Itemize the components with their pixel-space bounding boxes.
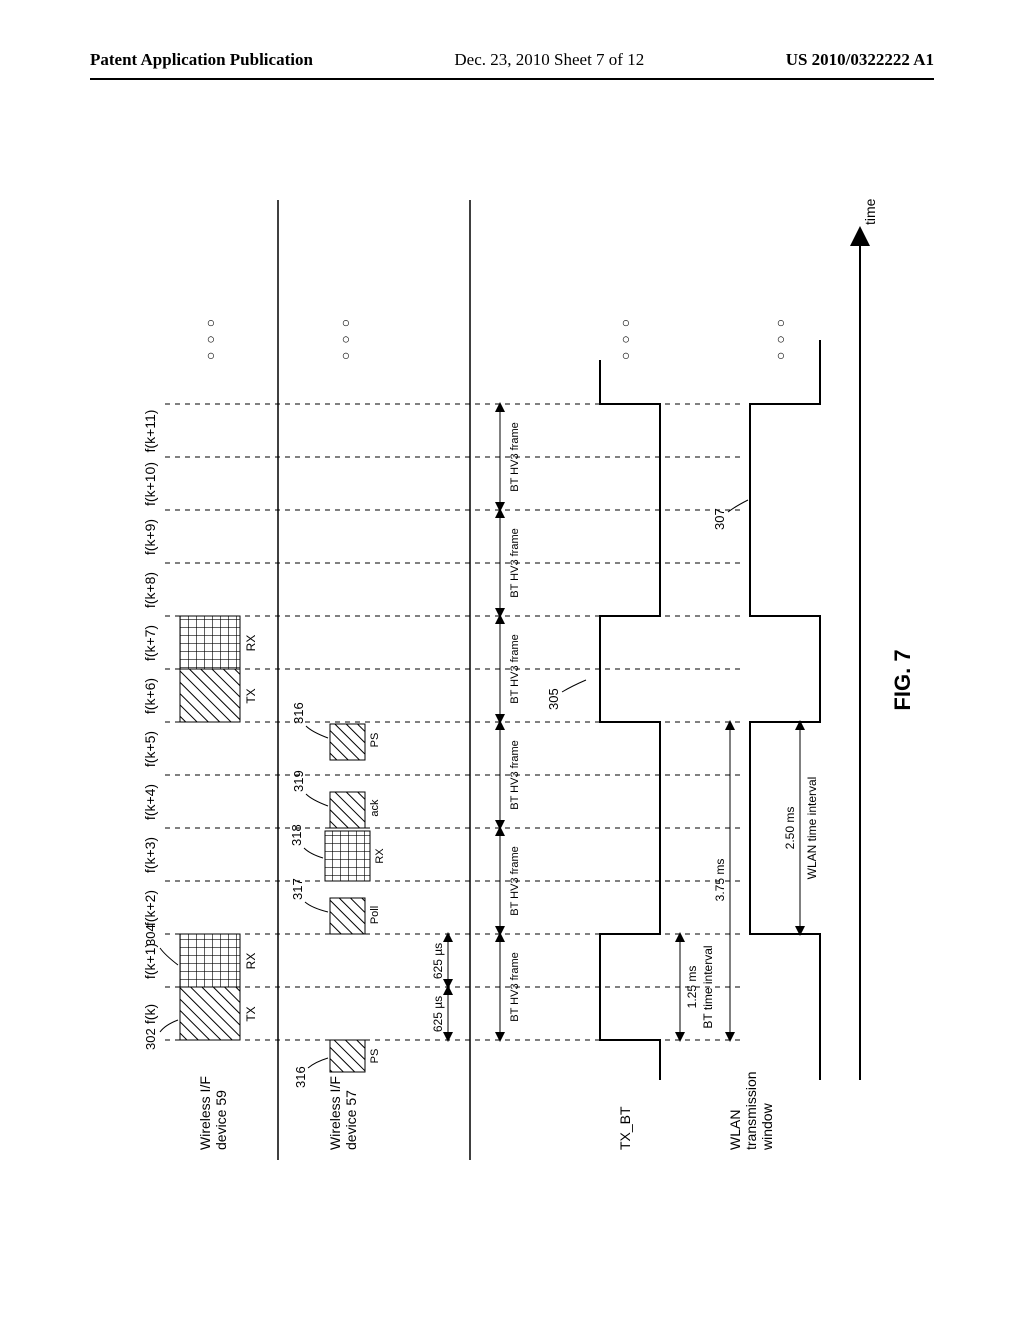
svg-text:f(k+5): f(k+5)	[142, 731, 158, 767]
svg-text:304: 304	[143, 924, 158, 946]
row-label-txbt: TX_BT	[617, 1106, 633, 1150]
svg-text:BT HV3 frame: BT HV3 frame	[509, 422, 521, 492]
header-middle: Dec. 23, 2010 Sheet 7 of 12	[454, 50, 644, 70]
figure-svg: f(k) f(k+1) f(k+2) f(k+3) f(k+4) f(k+5) …	[100, 180, 920, 1180]
svg-text:BT HV3 frame: BT HV3 frame	[509, 846, 521, 916]
svg-text:PS: PS	[369, 1049, 381, 1064]
svg-text:TX: TX	[244, 1006, 258, 1021]
svg-text:f(k+9): f(k+9)	[142, 519, 158, 555]
time-axis: time	[860, 198, 878, 1080]
svg-text:BT time interval: BT time interval	[701, 945, 715, 1028]
svg-text:○ ○ ○: ○ ○ ○	[337, 317, 353, 360]
svg-text:316: 316	[291, 702, 306, 724]
svg-text:625 µs: 625 µs	[431, 943, 445, 979]
svg-text:RX: RX	[244, 635, 258, 652]
figure-7: f(k) f(k+1) f(k+2) f(k+3) f(k+4) f(k+5) …	[100, 180, 920, 1180]
svg-text:BT HV3 frame: BT HV3 frame	[509, 952, 521, 1022]
svg-text:TX: TX	[244, 688, 258, 703]
svg-text:f(k+7): f(k+7)	[142, 625, 158, 661]
svg-text:BT HV3 frame: BT HV3 frame	[509, 528, 521, 598]
row-wireless-59: TX RX TX RX 302 304 ○ ○ ○	[143, 317, 258, 1050]
svg-text:f(k+10): f(k+10)	[142, 462, 158, 506]
svg-text:RX: RX	[244, 953, 258, 970]
row-label-wlan: WLAN transmission window	[727, 1068, 775, 1151]
svg-text:RX: RX	[374, 848, 386, 864]
svg-text:f(k+11): f(k+11)	[142, 410, 158, 453]
svg-text:time: time	[862, 198, 878, 225]
svg-text:BT HV3 frame: BT HV3 frame	[509, 740, 521, 810]
svg-text:f(k+1): f(k+1)	[142, 943, 158, 979]
row-labels: Wireless I/F device 59 Wireless I/F devi…	[197, 1068, 775, 1151]
svg-text:PS: PS	[369, 733, 381, 748]
svg-text:2.50 ms: 2.50 ms	[783, 807, 797, 850]
svg-text:f(k+3): f(k+3)	[142, 837, 158, 873]
svg-text:319: 319	[291, 770, 306, 792]
wlan-window-waveform: 307 ○ ○ ○	[712, 317, 820, 1080]
svg-text:1.25 ms: 1.25 ms	[685, 966, 699, 1009]
row-label-wireless57: Wireless I/F device 57	[327, 1072, 359, 1150]
svg-text:317: 317	[290, 878, 305, 900]
svg-text:f(k+2): f(k+2)	[142, 890, 158, 926]
svg-text:f(k+4): f(k+4)	[142, 784, 158, 820]
svg-text:f(k+6): f(k+6)	[142, 678, 158, 714]
svg-text:○ ○ ○: ○ ○ ○	[617, 317, 633, 360]
svg-text:318: 318	[289, 824, 304, 846]
svg-text:f(k): f(k)	[142, 1004, 158, 1024]
page-header: Patent Application Publication Dec. 23, …	[0, 0, 1024, 78]
svg-text:WLAN time interval: WLAN time interval	[805, 777, 819, 880]
header-left: Patent Application Publication	[90, 50, 313, 70]
svg-text:625 µs: 625 µs	[431, 996, 445, 1032]
svg-text:f(k+8): f(k+8)	[142, 572, 158, 608]
svg-text:○ ○ ○: ○ ○ ○	[772, 317, 788, 360]
svg-text:302: 302	[143, 1028, 158, 1050]
row-wireless-57: PS 316 Poll 317 RX 318 ack 319 PS 316 ○ …	[289, 317, 386, 1088]
figure-caption: FIG. 7	[890, 649, 915, 710]
row-label-wireless59: Wireless I/F device 59	[197, 1072, 229, 1150]
svg-text:ack: ack	[369, 799, 381, 817]
svg-text:305: 305	[546, 688, 561, 710]
svg-text:307: 307	[712, 508, 727, 530]
tx-bt-waveform: ○ ○ ○ 305	[546, 317, 660, 1080]
svg-text:BT HV3 frame: BT HV3 frame	[509, 634, 521, 704]
svg-text:3.75 ms: 3.75 ms	[713, 859, 727, 902]
header-rule	[90, 78, 934, 80]
svg-text:○ ○ ○: ○ ○ ○	[202, 317, 218, 360]
header-right: US 2010/0322222 A1	[786, 50, 934, 70]
svg-text:Poll: Poll	[369, 906, 381, 924]
svg-text:316: 316	[293, 1066, 308, 1088]
